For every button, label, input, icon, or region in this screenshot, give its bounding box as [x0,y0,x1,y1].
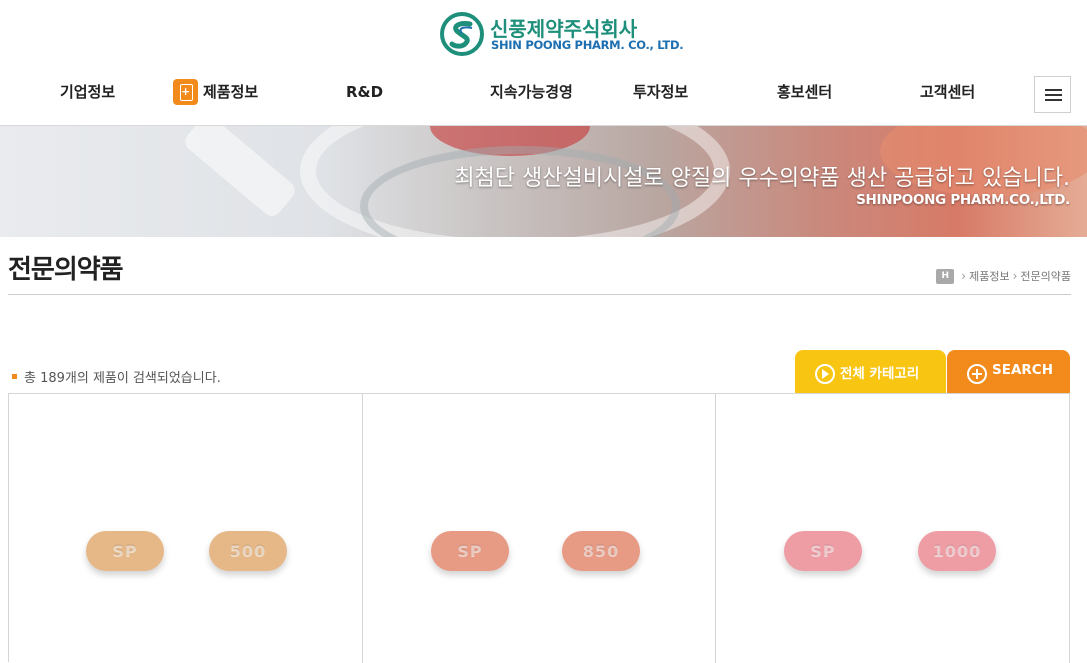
nav-item-customer-center[interactable]: 고객센터 [920,80,975,104]
tablet-image: 500 [209,531,287,571]
nav-item-products[interactable]: 제품정보 [203,80,258,104]
tablet-imprint: 500 [229,541,267,561]
page-title: 전문의약품 [8,255,124,285]
tablet-image: 1000 [918,531,996,571]
result-count: 총 189개의 제품이 검색되었습니다. [12,367,221,386]
product-grid: SP 500 SP 850 SP 1000 [8,393,1070,663]
result-count-text: 총 189개의 제품이 검색되었습니다. [24,371,221,386]
breadcrumb-item-products[interactable]: 제품정보 [969,268,1009,284]
nav-item-rnd[interactable]: R&D [346,80,383,104]
all-category-button[interactable]: 전체 카테고리 [795,350,946,394]
tablet-image: SP [86,531,164,571]
bullet-icon [12,374,17,379]
site-header: 신풍제약주식회사 SHIN POONG PHARM. CO., LTD. 기업정… [0,0,1087,126]
nav-item-sustainability[interactable]: 지속가능경영 [490,80,573,104]
tablet-imprint: SP [112,541,138,561]
breadcrumb-item-current[interactable]: 전문의약품 [1020,268,1071,284]
plus-circle-icon [967,364,987,384]
tablet-image: SP [431,531,509,571]
banner-company-name: SHINPOONG PHARM.CO.,LTD. [856,192,1070,208]
chevron-right-icon: › [1012,269,1018,283]
tablet-imprint: SP [457,541,483,561]
hamburger-menu-icon[interactable] [1034,76,1071,113]
logo-english-name: SHIN POONG PHARM. CO., LTD. [491,38,684,52]
tablet-imprint: 1000 [932,541,982,561]
nav-item-company[interactable]: 기업정보 [60,80,115,104]
home-icon[interactable]: H [936,268,955,284]
banner-headline: 최첨단 생산설비시설로 양질의 우수의약품 생산 공급하고 있습니다. [454,166,1070,191]
hero-banner: 최첨단 생산설비시설로 양질의 우수의약품 생산 공급하고 있습니다. SHIN… [0,126,1087,237]
product-card[interactable]: SP 1000 [716,394,1070,663]
chevron-right-icon: › [961,269,967,283]
product-card[interactable]: SP 850 [363,394,716,663]
search-label: SEARCH [992,362,1053,378]
main-navigation: 기업정보 제품정보 R&D 지속가능경영 투자정보 홍보센터 고객센터 [0,80,1087,106]
arrow-right-circle-icon [815,364,835,384]
banner-decoration [181,126,299,220]
breadcrumb: H › 제품정보 › 전문의약품 [936,268,1071,284]
company-logo[interactable]: 신풍제약주식회사 SHIN POONG PHARM. CO., LTD. [440,11,684,57]
title-divider [8,294,1071,295]
nav-item-pr-center[interactable]: 홍보센터 [777,80,832,104]
logo-emblem-icon [440,12,484,56]
tablet-imprint: 850 [582,541,620,561]
product-card[interactable]: SP 500 [9,394,363,663]
tablet-imprint: SP [810,541,836,561]
all-category-label: 전체 카테고리 [840,366,920,382]
tablet-image: SP [784,531,862,571]
tablet-image: 850 [562,531,640,571]
search-button[interactable]: SEARCH [947,350,1070,394]
nav-item-investors[interactable]: 투자정보 [633,80,688,104]
